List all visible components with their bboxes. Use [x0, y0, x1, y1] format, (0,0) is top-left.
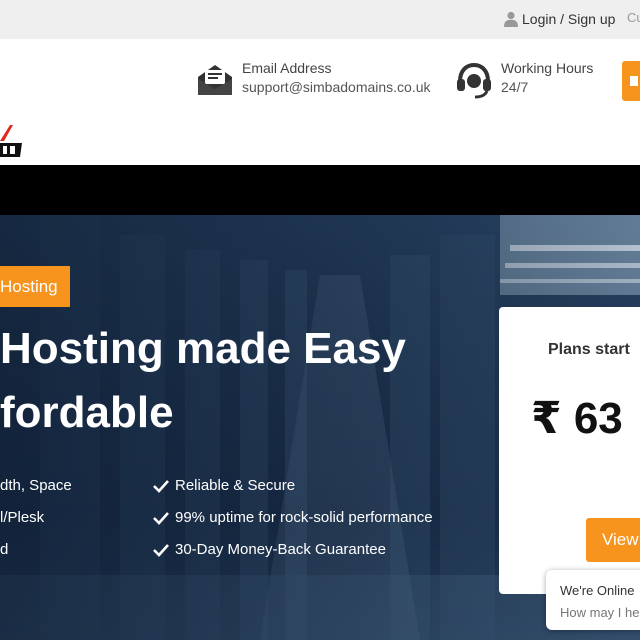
- hours-title: Working Hours: [501, 60, 594, 76]
- feature-uptime: 99% uptime for rock-solid performance: [153, 509, 433, 526]
- currency-selector[interactable]: Cu: [627, 10, 640, 25]
- chat-prompt: How may I he: [560, 605, 640, 620]
- email-title: Email Address: [242, 60, 332, 76]
- top-utility-bar: Login / Sign up Cu: [0, 0, 640, 39]
- hero-badge-label: Hosting: [0, 276, 58, 296]
- view-plans-label: View: [602, 530, 639, 549]
- live-chat-popup[interactable]: We're Online How may I he: [546, 570, 640, 630]
- feature-reliable-secure: Reliable & Secure: [153, 477, 295, 494]
- user-icon: [504, 11, 518, 27]
- hero-section: Hosting Hosting made Easy fordable dth, …: [0, 215, 640, 640]
- hero-title-line1: Hosting made Easy: [0, 324, 406, 373]
- hours-value: 24/7: [501, 79, 529, 95]
- pricing-card: Plans start ₹ 63 View: [499, 307, 640, 594]
- login-signup-link[interactable]: Login / Sign up: [504, 9, 615, 29]
- feature-text: Reliable & Secure: [175, 477, 296, 494]
- plan-price: ₹ 63: [531, 394, 623, 443]
- check-icon: [153, 543, 169, 557]
- feature-money-back: 30-Day Money-Back Guarantee: [153, 541, 386, 558]
- email-value[interactable]: support@simbadomains.co.uk: [242, 78, 431, 97]
- plans-start-label: Plans start: [548, 341, 630, 358]
- main-navigation-bar: [0, 165, 640, 215]
- hero-badge: Hosting: [0, 266, 70, 307]
- email-contact: Email Address support@simbadomains.co.uk: [196, 59, 431, 99]
- header-action-button[interactable]: [622, 61, 640, 101]
- view-plans-button[interactable]: View: [586, 518, 640, 562]
- hero-title-line2: fordable: [0, 388, 174, 437]
- feature-text: d: [0, 541, 9, 558]
- working-hours: Working Hours 24/7: [455, 59, 593, 99]
- feature-left-3: d: [0, 541, 8, 558]
- login-signup-label: Login / Sign up: [522, 11, 616, 27]
- feature-left-2: l/Plesk: [0, 509, 44, 526]
- feature-text: dth, Space: [0, 477, 72, 494]
- feature-left-1: dth, Space: [0, 477, 72, 494]
- feature-text: l/Plesk: [0, 509, 45, 526]
- site-header: Email Address support@simbadomains.co.uk…: [0, 39, 640, 165]
- check-icon: [153, 479, 169, 493]
- button-icon: [630, 76, 638, 86]
- chat-status: We're Online: [560, 583, 635, 598]
- check-icon: [153, 511, 169, 525]
- email-icon: [198, 65, 232, 95]
- feature-text: 30-Day Money-Back Guarantee: [175, 541, 386, 558]
- feature-text: 99% uptime for rock-solid performance: [175, 509, 433, 526]
- logo[interactable]: [0, 123, 24, 157]
- headset-icon: [457, 62, 491, 99]
